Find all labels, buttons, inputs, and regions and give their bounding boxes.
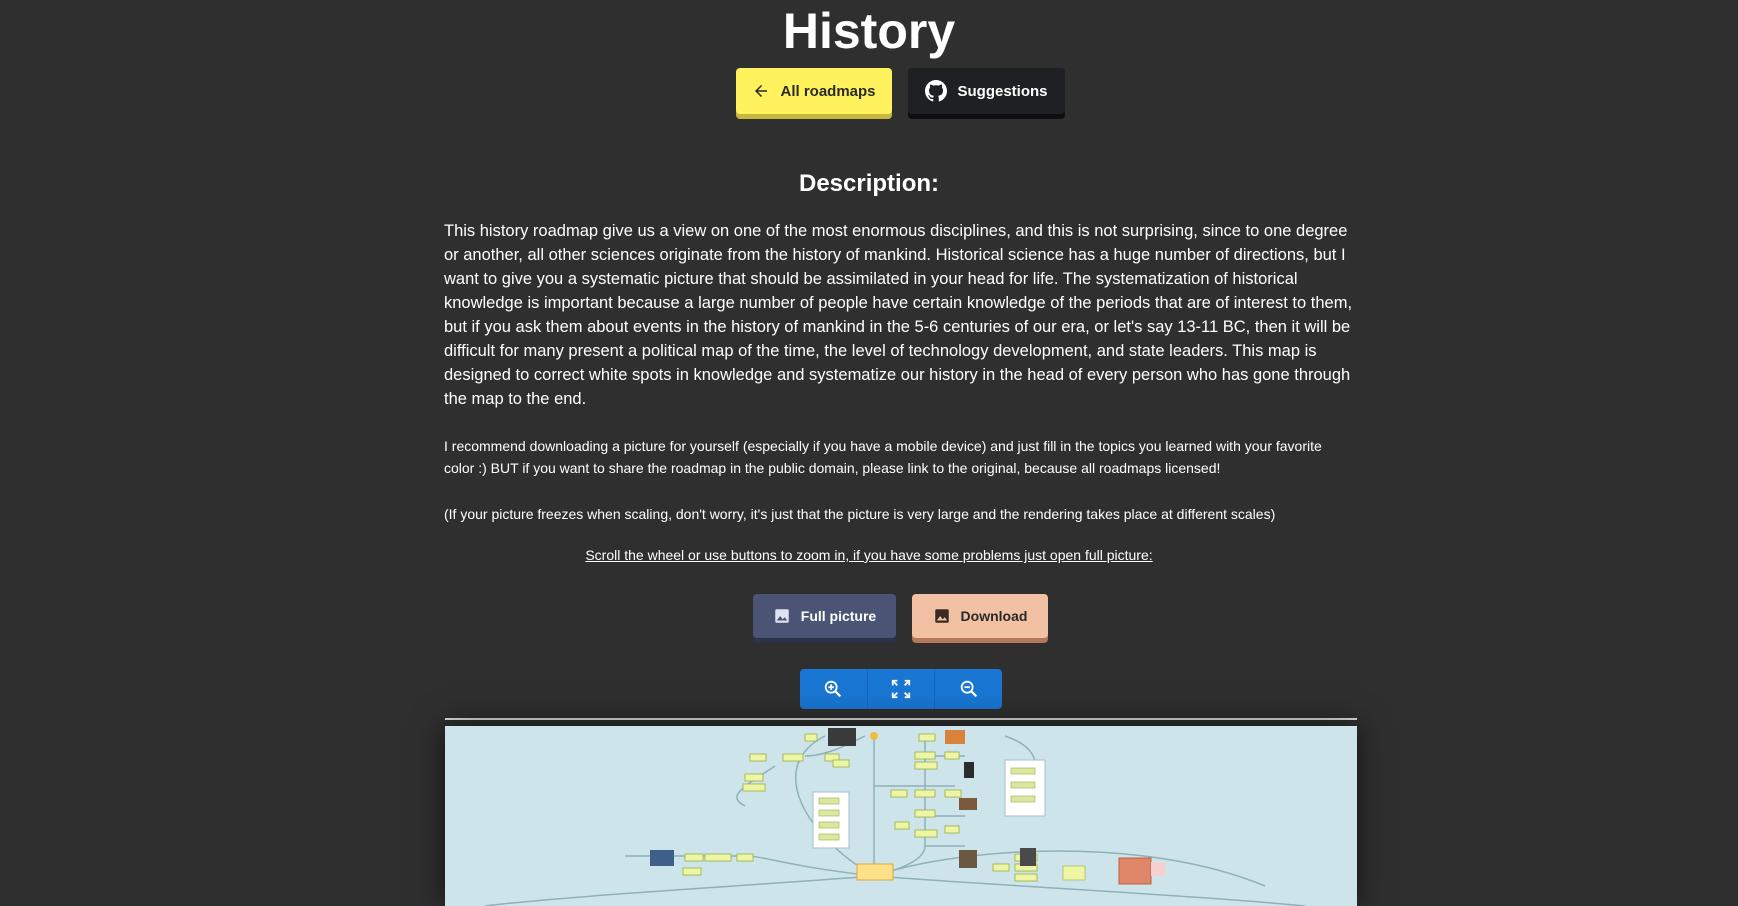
download-label: Download	[960, 608, 1028, 624]
zoom-in-icon	[825, 680, 842, 698]
image-icon	[934, 609, 949, 623]
all-roadmaps-label: All roadmaps	[780, 82, 876, 100]
zoom-out-button[interactable]	[935, 669, 1002, 709]
roadmap-image	[484, 728, 1306, 906]
arrow-left-icon	[755, 85, 768, 97]
download-button[interactable]: Download	[912, 594, 1048, 638]
description-heading: Description:	[798, 170, 939, 197]
map-divider	[445, 718, 1357, 720]
full-picture-label: Full picture	[800, 608, 877, 624]
fit-to-screen-button[interactable]	[868, 669, 936, 709]
github-icon	[925, 80, 948, 102]
suggestions-button[interactable]: Suggestions	[908, 68, 1065, 114]
description-paragraph: This history roadmap give us a view on o…	[444, 222, 1353, 408]
all-roadmaps-button[interactable]: All roadmaps	[736, 68, 892, 114]
scaling-note-text: (If your picture freezes when scaling, d…	[444, 506, 1276, 522]
image-icon	[775, 609, 789, 623]
zoom-controls	[800, 669, 1002, 709]
full-picture-button[interactable]: Full picture	[753, 594, 896, 638]
fullscreen-icon	[891, 679, 911, 699]
page-title: History	[782, 3, 956, 59]
zoom-out-icon	[960, 680, 977, 698]
roadmap-image-viewer[interactable]	[445, 726, 1357, 906]
suggestions-label: Suggestions	[957, 82, 1048, 100]
scroll-hint-link[interactable]: Scroll the wheel or use buttons to zoom …	[0, 547, 1738, 563]
download-recommendation-text: I recommend downloading a picture for yo…	[444, 438, 1322, 476]
zoom-in-button[interactable]	[800, 669, 868, 709]
